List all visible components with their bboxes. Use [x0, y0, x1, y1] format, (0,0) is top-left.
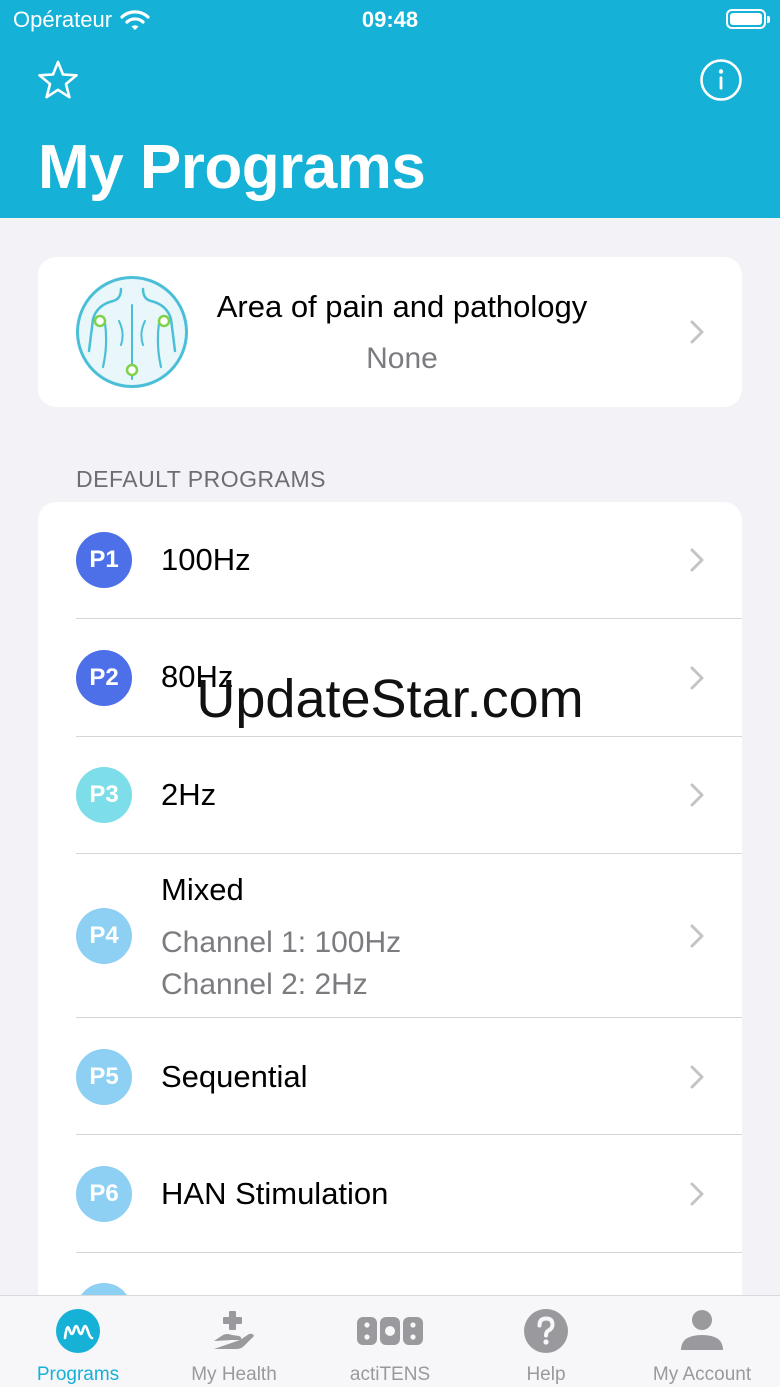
pain-area-card[interactable] — [38, 257, 742, 407]
program-row-p4[interactable]: P4 Mixed Channel 1: 100Hz Channel 2: 2Hz — [38, 854, 742, 1018]
program-subtitle-channel-2: Channel 2: 2Hz — [161, 968, 368, 1001]
tab-label: My Health — [191, 1364, 277, 1385]
program-title: Sequential — [161, 1059, 308, 1094]
chevron-right-icon — [690, 1065, 704, 1089]
chevron-right-icon — [690, 320, 704, 344]
page-title: My Programs — [38, 133, 426, 202]
program-badge: P3 — [76, 767, 132, 823]
tab-programs[interactable]: Programs — [0, 1296, 156, 1387]
battery-icon — [726, 9, 770, 29]
program-row-p6[interactable]: P6 HAN Stimulation — [38, 1135, 742, 1253]
program-title: HAN Stimulation — [161, 1176, 389, 1211]
program-title: 80Hz — [161, 659, 234, 694]
tab-label: actiTENS — [349, 1364, 431, 1385]
status-bar: Opérateur 09:48 — [0, 0, 780, 40]
program-badge: P5 — [76, 1049, 132, 1105]
tab-label: My Account — [652, 1364, 752, 1385]
device-icon — [357, 1317, 423, 1345]
header: Opérateur 09:48 My Programs — [0, 0, 780, 218]
pain-area-value: None — [366, 342, 438, 375]
question-icon — [524, 1309, 568, 1353]
program-title: 100Hz — [161, 542, 251, 577]
person-icon — [681, 1310, 723, 1350]
program-row-p5[interactable]: P5 Sequential — [38, 1018, 742, 1135]
pain-area-title: Area of pain and pathology — [216, 289, 588, 324]
waveform-icon — [56, 1309, 100, 1353]
chevron-right-icon — [690, 1182, 704, 1206]
program-badge: P1 — [76, 532, 132, 588]
chevron-right-icon — [690, 548, 704, 572]
tab-help[interactable]: Help — [468, 1296, 624, 1387]
tab-my-health[interactable]: My Health — [156, 1296, 312, 1387]
tab-my-account[interactable]: My Account — [624, 1296, 780, 1387]
chevron-right-icon — [690, 783, 704, 807]
program-list: P1 100Hz P2 80Hz P3 2Hz P4 Mixed Channel… — [38, 502, 742, 1302]
program-row-p2[interactable]: P2 80Hz — [38, 619, 742, 737]
favorite-star-icon[interactable] — [36, 58, 80, 102]
section-header-default-programs: DEFAULT PROGRAMS — [76, 466, 326, 492]
program-subtitle-channel-1: Channel 1: 100Hz — [161, 926, 402, 959]
program-row-p1[interactable]: P1 100Hz — [38, 502, 742, 619]
tab-bar: Programs My Health actiTENS Help My Acco… — [0, 1295, 780, 1387]
program-title: 2Hz — [161, 777, 217, 812]
tab-label: Programs — [36, 1364, 120, 1385]
program-badge: P2 — [76, 650, 132, 706]
info-icon[interactable] — [699, 58, 743, 102]
program-title: Mixed — [161, 872, 244, 907]
tab-label: Help — [526, 1364, 566, 1385]
program-badge: P4 — [76, 908, 132, 964]
status-time: 09:48 — [361, 7, 419, 32]
tab-actitens[interactable]: actiTENS — [312, 1296, 468, 1387]
hand-plus-icon — [214, 1311, 254, 1349]
program-row-p3[interactable]: P3 2Hz — [38, 737, 742, 854]
chevron-right-icon — [690, 666, 704, 690]
program-badge: P6 — [76, 1166, 132, 1222]
chevron-right-icon — [690, 924, 704, 948]
